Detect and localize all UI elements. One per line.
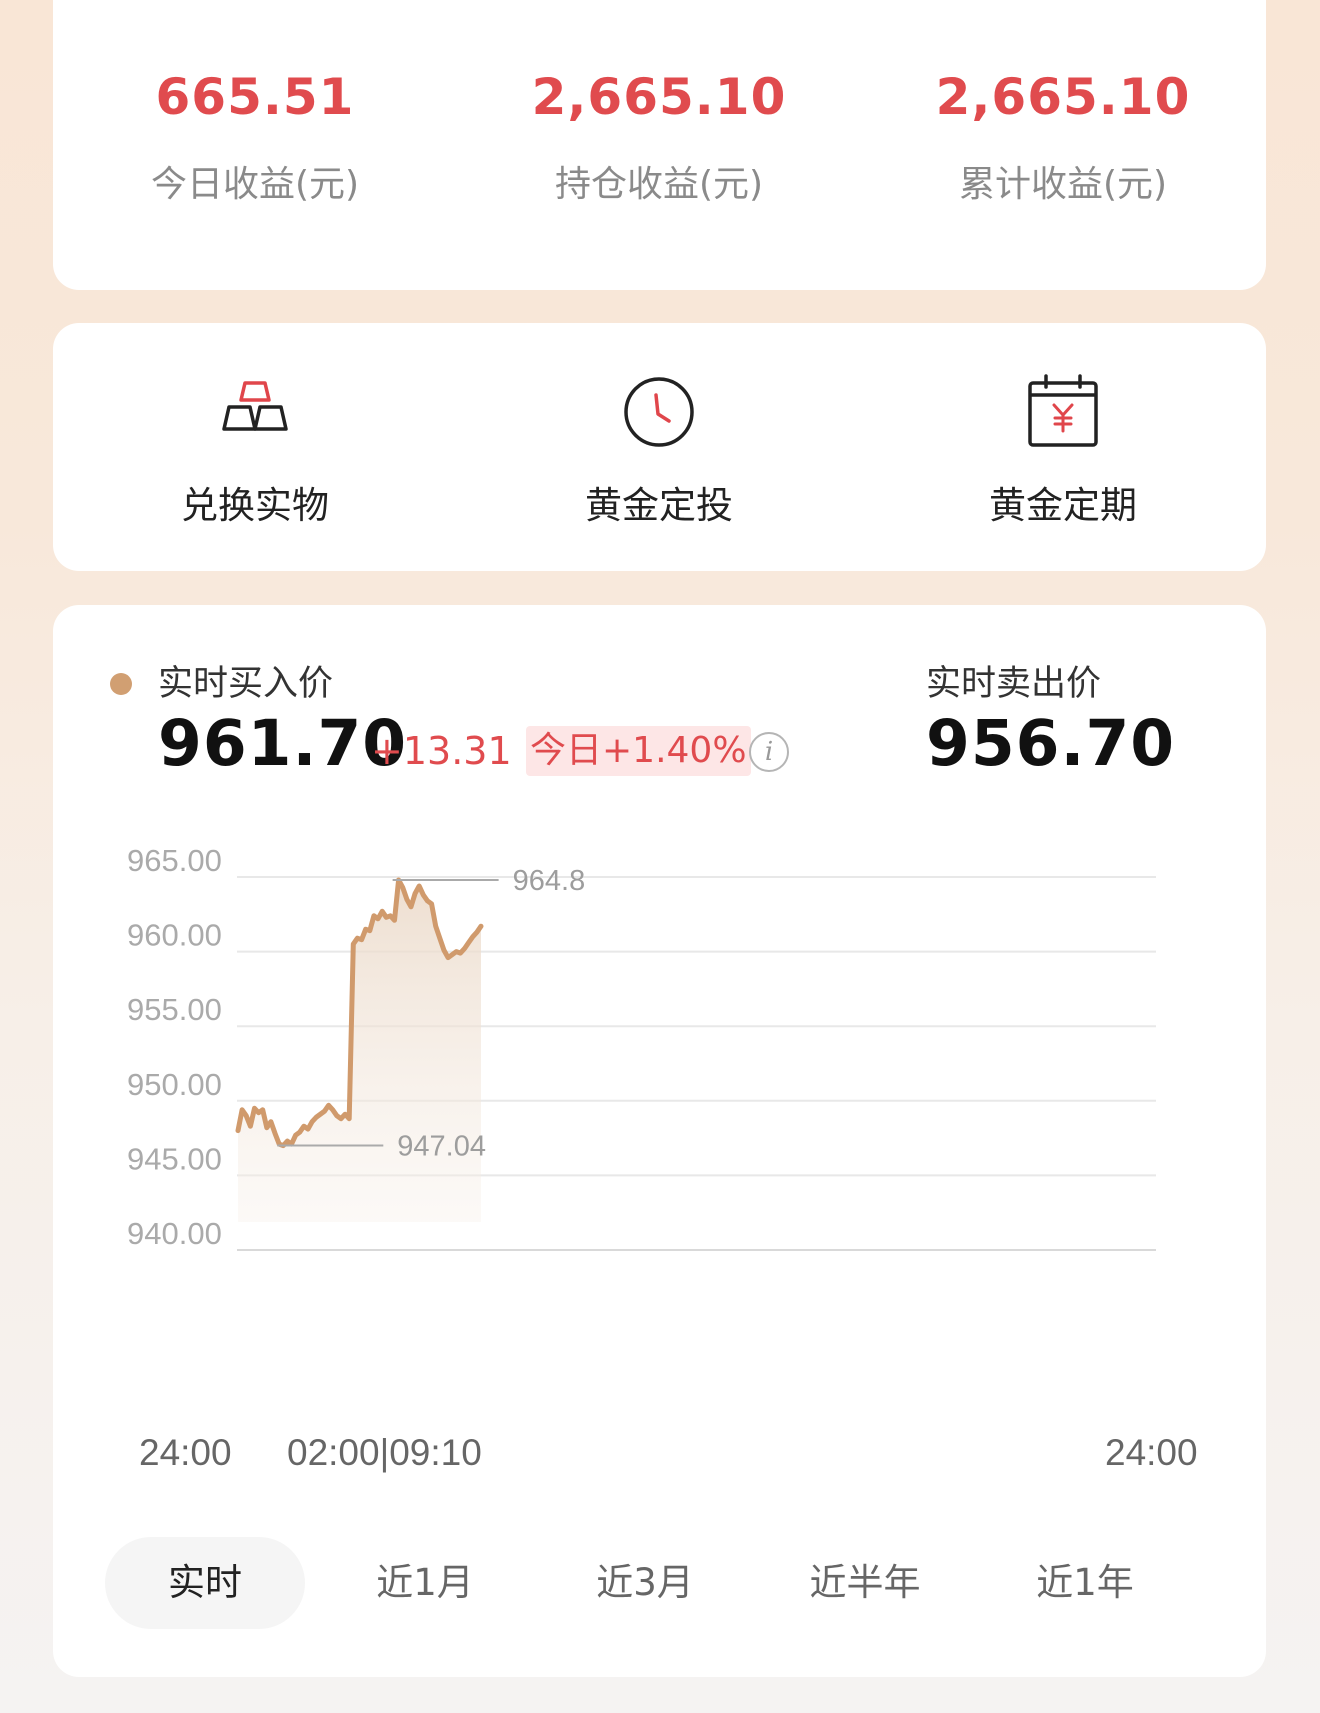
y-tick-label: 965.00 [127, 843, 222, 878]
tab-3-months[interactable]: 近3月 [545, 1537, 745, 1629]
price-chart-card: 实时买入价 961.70 +13.31 今日+1.40% i 实时卖出价 956… [53, 605, 1266, 1677]
y-tick-label: 955.00 [127, 992, 222, 1027]
x-tick-end: 24:00 [1105, 1432, 1198, 1473]
intraday-price-chart[interactable]: 965.00 960.00 955.00 950.00 945.00 940.00 964… [53, 605, 1266, 1425]
today-profit-value: 665.51 [155, 68, 355, 126]
min-price-annotation: 947.04 [397, 1131, 486, 1163]
calendar-yen-icon [1028, 374, 1098, 447]
y-tick-label: 945.00 [127, 1141, 222, 1176]
gold-auto-invest-button[interactable]: 黄金定投 [457, 323, 861, 571]
today-profit-label: 今日收益(元) [150, 164, 360, 205]
holding-profit-label: 持仓收益(元) [554, 164, 764, 205]
x-tick-start: 24:00 [139, 1432, 232, 1473]
price-area [238, 880, 481, 1222]
time-range-tabs: 实时 近1月 近3月 近半年 近1年 [105, 1537, 1215, 1629]
max-price-annotation: 964.8 [513, 865, 586, 897]
x-tick-session-break: 02:00|09:10 [287, 1432, 482, 1473]
y-tick-label: 950.00 [127, 1067, 222, 1102]
tab-realtime[interactable]: 实时 [105, 1537, 305, 1629]
gold-bars-icon [222, 381, 288, 431]
gold-fixed-term-button[interactable]: 黄金定期 [861, 323, 1265, 571]
clock-icon [624, 377, 694, 447]
total-profit-label: 累计收益(元) [958, 164, 1168, 205]
holding-profit-value: 2,665.10 [531, 68, 787, 126]
tab-1-year[interactable]: 近1年 [985, 1537, 1185, 1629]
shortcuts-card: 兑换实物 黄金定投 黄金定期 [53, 323, 1266, 571]
y-tick-label: 960.00 [127, 918, 222, 953]
total-profit-value: 2,665.10 [935, 68, 1191, 126]
gold-auto-invest-label: 黄金定投 [585, 484, 733, 527]
tab-half-year[interactable]: 近半年 [765, 1537, 965, 1629]
tab-1-month[interactable]: 近1月 [325, 1537, 525, 1629]
gold-fixed-term-label: 黄金定期 [989, 484, 1137, 527]
profit-summary-card: 665.51 今日收益(元) 2,665.10 持仓收益(元) 2,665.10… [53, 0, 1266, 290]
redeem-physical-label: 兑换实物 [181, 484, 329, 527]
redeem-physical-button[interactable]: 兑换实物 [53, 323, 457, 571]
y-tick-label: 940.00 [127, 1216, 222, 1251]
